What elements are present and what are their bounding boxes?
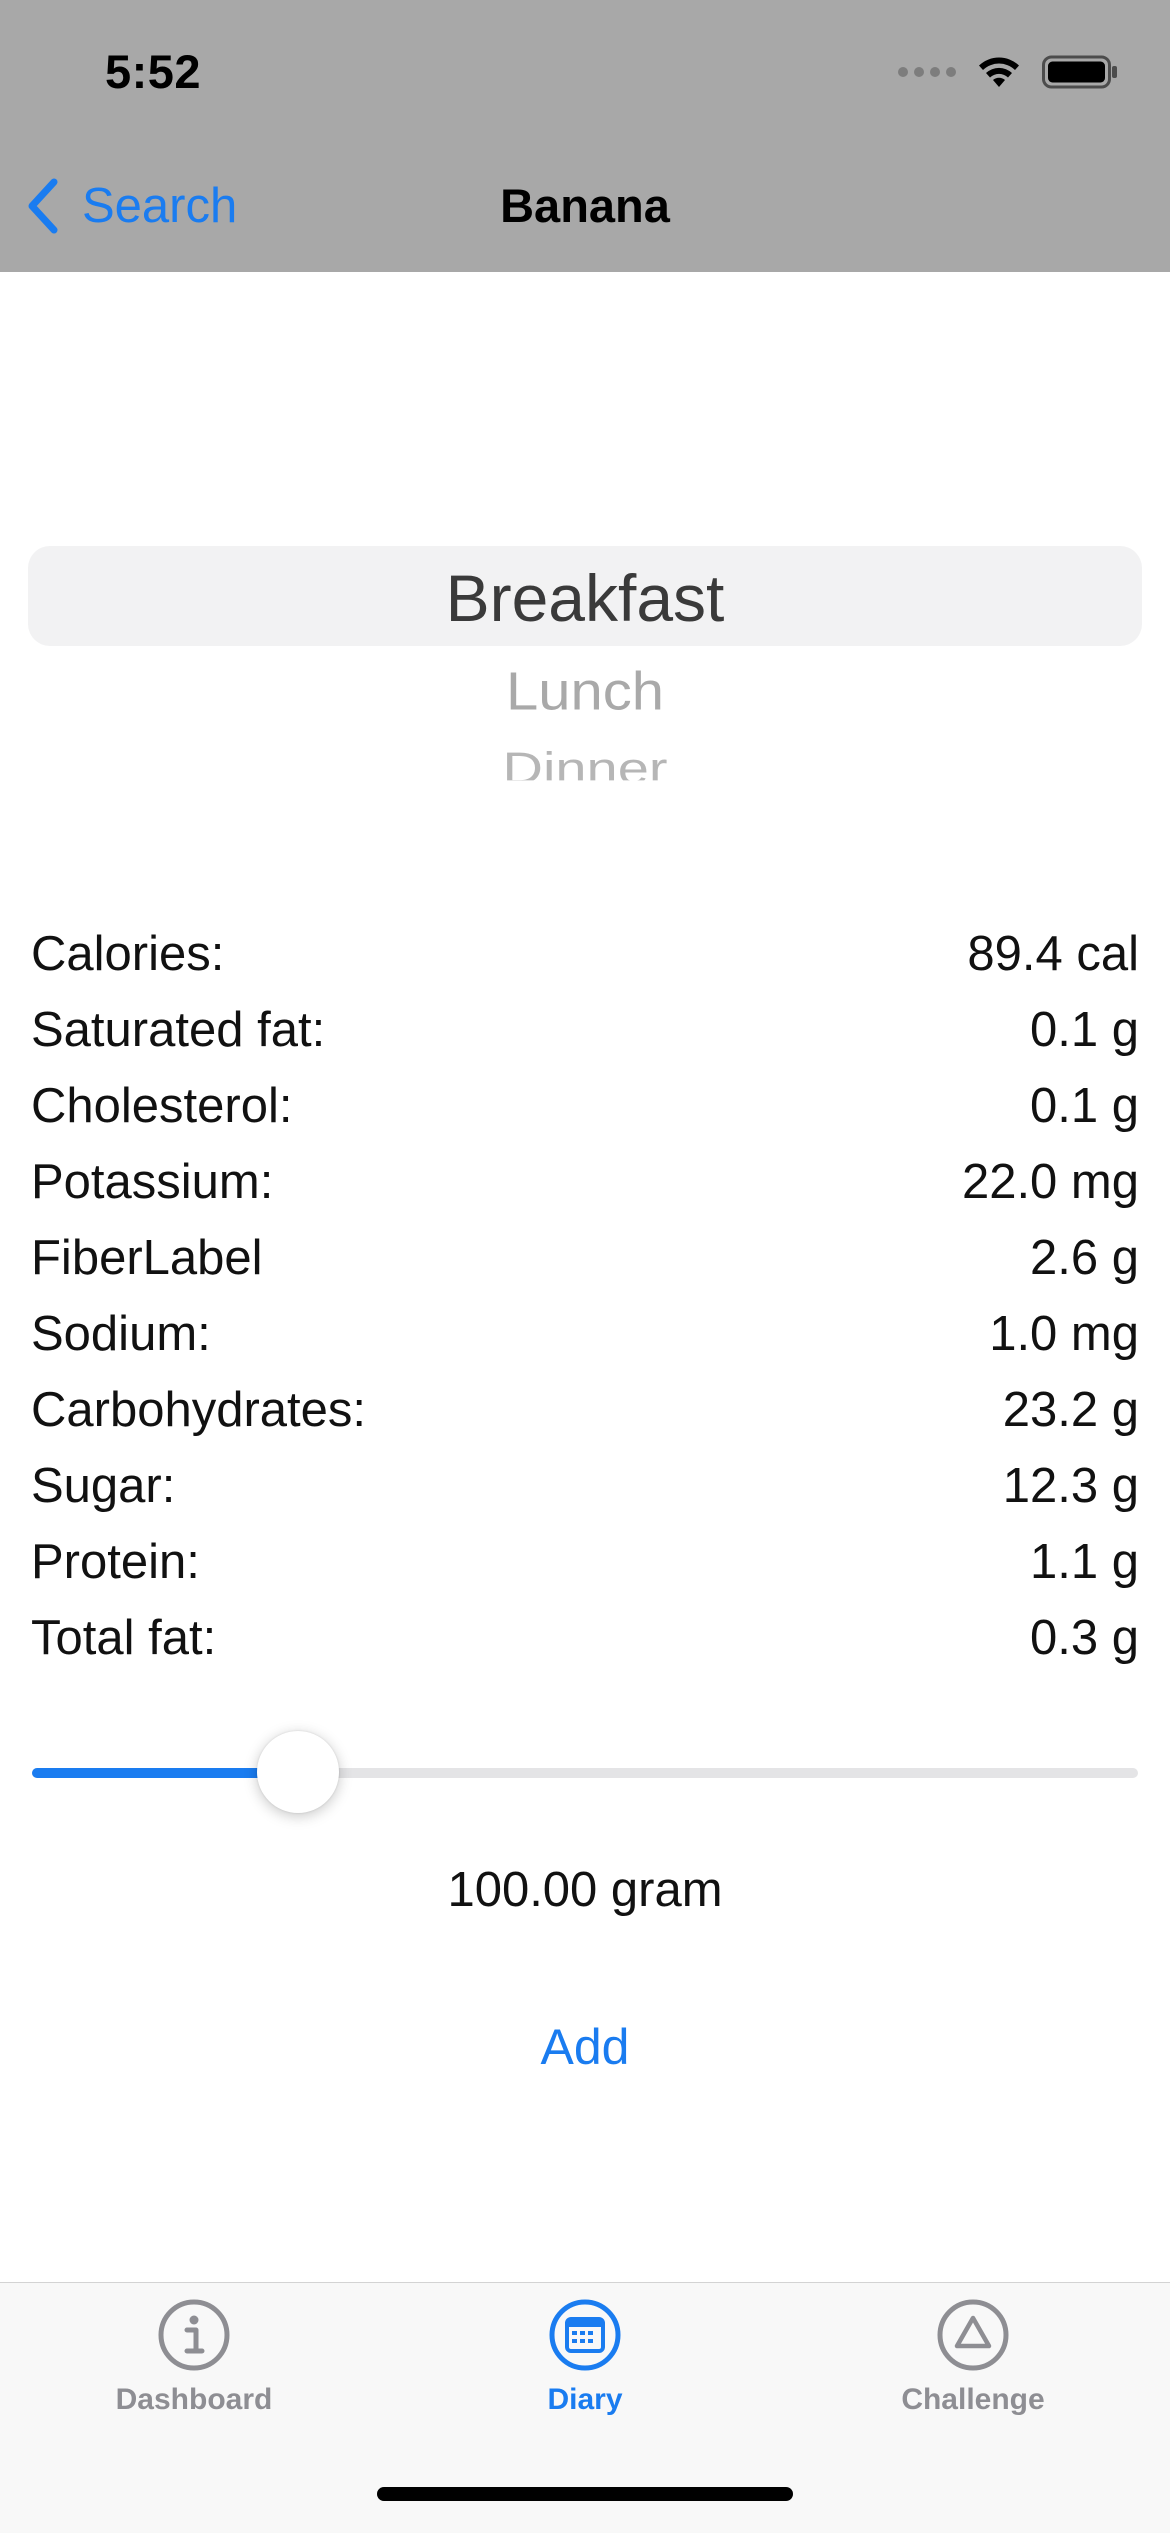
back-button-label: Search [82,179,238,233]
nutrient-value: 2.6 g [1030,1231,1139,1285]
battery-icon [1042,55,1117,89]
nutrition-list: Calories: 89.4 cal Saturated fat: 0.1 g Chol… [31,916,1139,1676]
home-indicator [377,2487,793,2501]
nutrient-value: 89.4 cal [967,927,1139,981]
nutrient-label: Saturated fat: [31,1003,326,1057]
tab-diary[interactable]: Diary [455,2297,715,2437]
nutrition-row: Sodium: 1.0 mg [31,1296,1139,1372]
amount-slider[interactable] [32,1726,1138,1822]
nutrient-label: Cholesterol: [31,1079,293,1133]
nutrient-label: Potassium: [31,1155,274,1209]
nutrient-label: Carbohydrates: [31,1383,367,1437]
nutrition-row: Sugar: 12.3 g [31,1448,1139,1524]
nutrient-label: Sodium: [31,1307,211,1361]
picker-option-lunch[interactable]: Lunch [28,661,1142,723]
nutrient-value: 22.0 mg [961,1155,1139,1209]
nutrient-label: Protein: [31,1535,200,1589]
nutrient-label: Sugar: [31,1459,176,1513]
nutrition-row: Protein: 1.1 g [31,1524,1139,1600]
calendar-icon [549,2299,621,2371]
nutrient-value: 0.3 g [1030,1611,1139,1665]
nutrient-value: 0.1 g [1030,1079,1139,1133]
wifi-icon [979,57,1019,87]
info-circle-icon [158,2299,230,2371]
nutrition-row: Carbohydrates: 23.2 g [31,1372,1139,1448]
tab-label: Dashboard [115,2383,273,2416]
slider-thumb[interactable] [257,1731,340,1813]
nutrient-value: 12.3 g [1002,1459,1139,1513]
nutrient-value: 0.1 g [1030,1003,1139,1057]
navigation-header: 5:52 Search Banana [0,0,1170,272]
nutrient-label: Total fat: [31,1611,217,1665]
nutrition-row: Calories: 89.4 cal [31,916,1139,992]
nutrition-row: Potassium: 22.0 mg [31,1144,1139,1220]
back-button[interactable]: Search [26,176,237,236]
tab-challenge[interactable]: Challenge [843,2297,1103,2437]
triangle-circle-icon [937,2299,1009,2371]
status-time: 5:52 [105,45,202,98]
tab-label: Diary [547,2383,623,2416]
nutrient-value: 1.1 g [1030,1535,1139,1589]
picker-option-dinner[interactable]: Dinner [28,742,1142,781]
nutrient-value: 23.2 g [1002,1383,1139,1437]
amount-label: 100.00 gram [447,1863,723,1917]
nutrition-row: Saturated fat: 0.1 g [31,992,1139,1068]
tab-dashboard[interactable]: Dashboard [64,2297,324,2437]
cellular-signal-icon [898,67,956,77]
tab-bar: Dashboard Diary Challenge [0,2282,1170,2533]
picker-option-breakfast[interactable]: Breakfast [28,560,1142,636]
nutrition-row: Total fat: 0.3 g [31,1600,1139,1676]
chevron-left-icon [28,178,58,234]
nutrition-row: Cholesterol: 0.1 g [31,1068,1139,1144]
status-icons [898,52,1118,92]
add-button[interactable]: Add [485,2012,685,2082]
nutrient-label: FiberLabel [31,1231,263,1285]
nutrition-row: FiberLabel 2.6 g [31,1220,1139,1296]
page-title: Banana [500,179,670,232]
tab-label: Challenge [901,2383,1045,2416]
nutrient-label: Calories: [31,927,225,981]
nutrient-value: 1.0 mg [989,1307,1139,1361]
meal-picker[interactable]: Breakfast Lunch Dinner [28,546,1142,796]
